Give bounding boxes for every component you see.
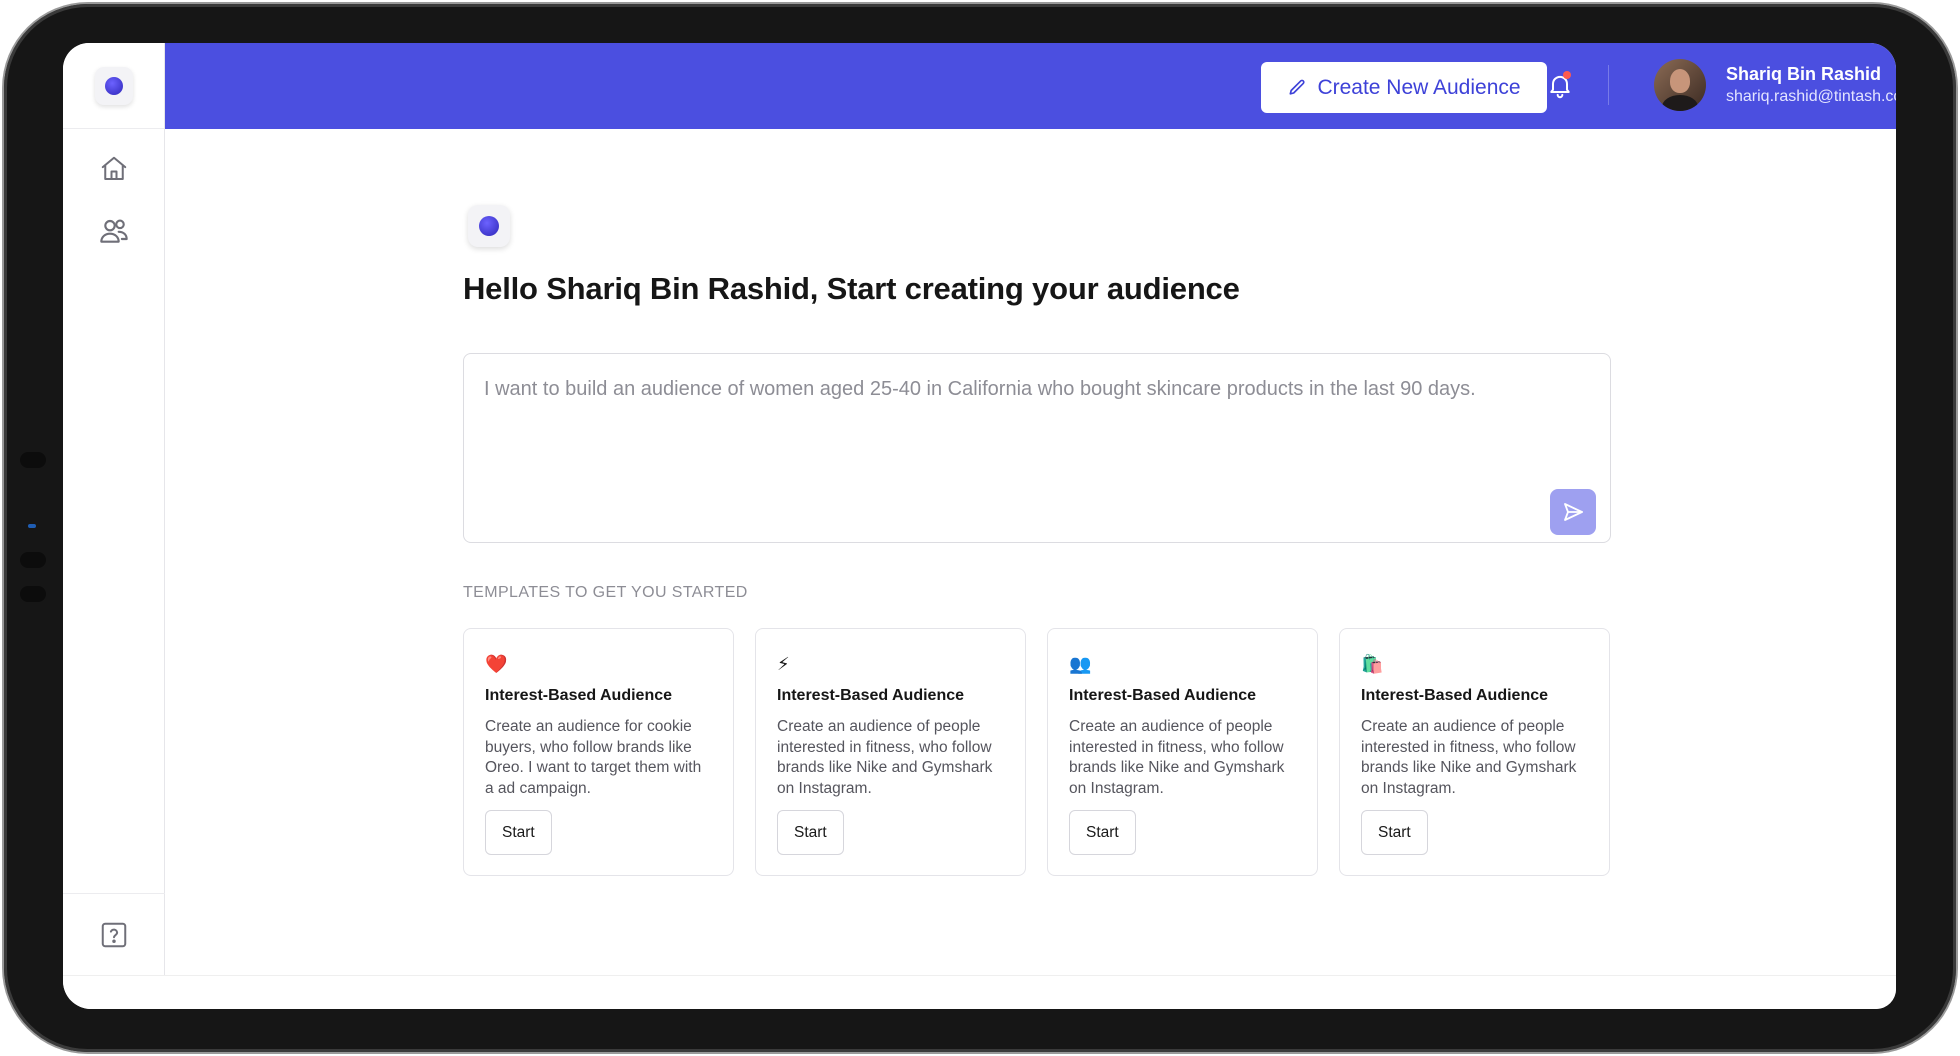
help-button[interactable] <box>97 918 131 952</box>
logo-dot-icon <box>104 76 123 95</box>
create-new-audience-label: Create New Audience <box>1317 75 1521 99</box>
template-description: Create an audience of people interested … <box>1361 718 1577 797</box>
logo-dot-icon <box>479 216 499 236</box>
main-content: Hello Shariq Bin Rashid, Start creating … <box>165 129 1896 975</box>
template-title: Interest-Based Audience <box>777 687 965 704</box>
header-divider <box>1608 65 1609 105</box>
start-button[interactable]: Start <box>1361 810 1428 855</box>
chevron-down-icon <box>1893 67 1896 83</box>
shopping-bag-icon: 🛍️ <box>1361 654 1384 674</box>
audience-prompt-input[interactable] <box>484 374 1504 494</box>
user-info: Shariq Bin Rashid shariq.rashid@tintash.… <box>1726 64 1896 106</box>
sidebar-item-home[interactable] <box>96 151 132 187</box>
template-description: Create an audience for cookie buyers, wh… <box>485 718 702 797</box>
top-bar: Create New Audience Shariq Bin Rashid sh… <box>165 43 1896 129</box>
template-description: Create an audience of people interested … <box>777 718 993 797</box>
start-button[interactable]: Start <box>1069 810 1136 855</box>
user-email: shariq.rashid@tintash.com <box>1726 88 1896 105</box>
create-new-audience-button[interactable]: Create New Audience <box>1261 62 1547 113</box>
template-card: 👥 Interest-Based Audience Create an audi… <box>1047 628 1318 876</box>
users-icon <box>100 219 128 243</box>
user-name-row: Shariq Bin Rashid <box>1726 64 1896 85</box>
template-card: ❤️ Interest-Based Audience Create an aud… <box>463 628 734 876</box>
template-title: Interest-Based Audience <box>1069 687 1257 704</box>
sidebar-item-audiences[interactable] <box>96 213 132 249</box>
start-button[interactable]: Start <box>777 810 844 855</box>
template-description: Create an audience of people interested … <box>1069 718 1285 797</box>
template-title: Interest-Based Audience <box>485 687 673 704</box>
user-menu[interactable]: Shariq Bin Rashid shariq.rashid@tintash.… <box>1654 59 1896 111</box>
device-indicator <box>28 524 36 528</box>
avatar <box>1654 59 1706 111</box>
template-title: Interest-Based Audience <box>1361 687 1549 704</box>
send-icon <box>1564 503 1583 521</box>
home-icon <box>101 156 127 180</box>
pencil-icon <box>1289 79 1305 95</box>
heart-icon: ❤️ <box>485 654 508 674</box>
start-button[interactable]: Start <box>485 810 552 855</box>
lightning-icon: ⚡ <box>777 654 790 674</box>
page-title: Hello Shariq Bin Rashid, Start creating … <box>463 271 1240 306</box>
user-name: Shariq Bin Rashid <box>1726 64 1882 84</box>
sidebar-footer <box>63 893 165 975</box>
sidebar <box>63 43 165 975</box>
app-screen: Create New Audience Shariq Bin Rashid sh… <box>63 43 1896 1009</box>
templates-heading: TEMPLATES TO GET YOU STARTED <box>463 584 748 601</box>
notification-dot <box>1563 71 1571 79</box>
template-card: ⚡ Interest-Based Audience Create an audi… <box>755 628 1026 876</box>
app-logo[interactable] <box>94 66 133 105</box>
device-frame: Create New Audience Shariq Bin Rashid sh… <box>0 0 1960 1056</box>
help-icon <box>101 922 127 947</box>
templates-list: ❤️ Interest-Based Audience Create an aud… <box>463 628 1611 876</box>
device-side-button <box>20 552 46 568</box>
hero-logo <box>468 205 510 247</box>
send-button[interactable] <box>1550 489 1596 535</box>
people-icon: 👥 <box>1069 654 1092 674</box>
prompt-box <box>463 353 1611 543</box>
device-side-button <box>20 452 46 468</box>
template-card: 🛍️ Interest-Based Audience Create an aud… <box>1339 628 1610 876</box>
device-side-button <box>20 586 46 602</box>
sidebar-logo-area <box>63 43 164 129</box>
screen-bottom-edge <box>63 975 1896 1009</box>
notifications-button[interactable] <box>1540 65 1580 105</box>
